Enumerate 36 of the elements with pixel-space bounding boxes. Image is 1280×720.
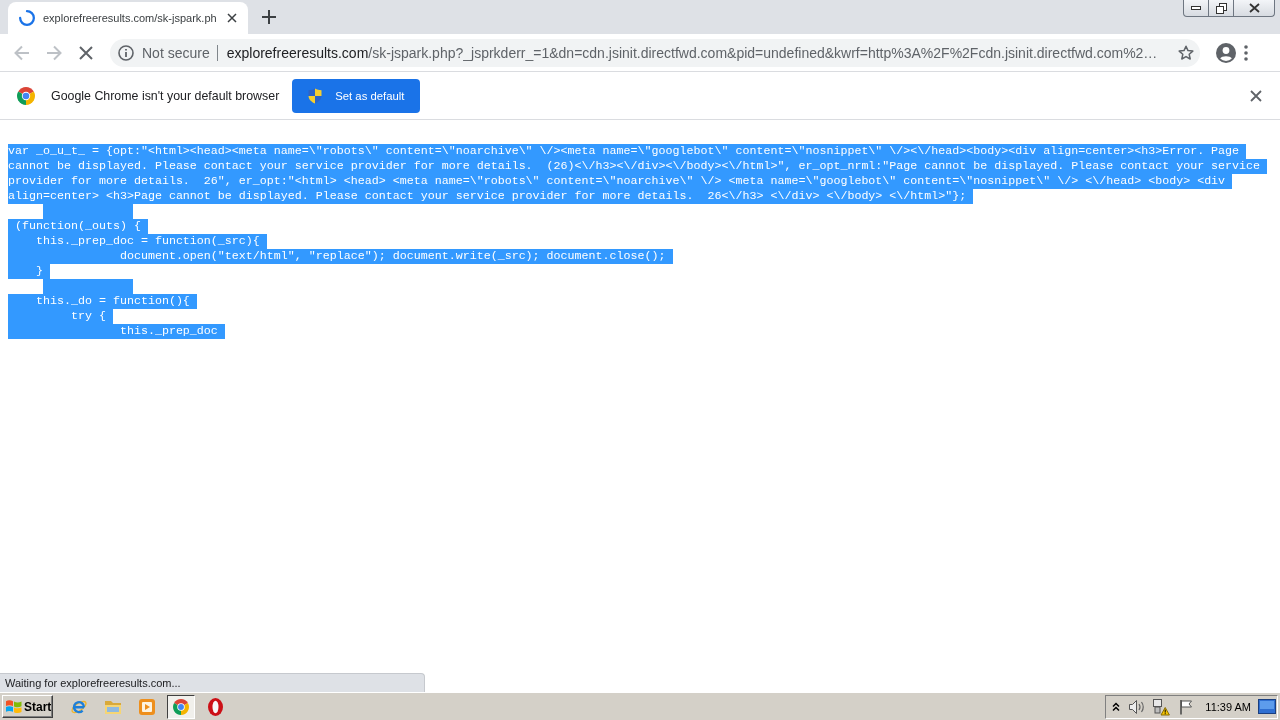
flag-icon[interactable] xyxy=(1179,698,1194,715)
minimize-button[interactable] xyxy=(1183,0,1209,17)
infobar-message: Google Chrome isn't your default browser xyxy=(51,88,280,103)
set-default-button[interactable]: Set as default xyxy=(292,78,421,113)
restore-button[interactable] xyxy=(1208,0,1234,17)
folder-icon xyxy=(104,698,122,715)
account-icon[interactable] xyxy=(1216,42,1236,63)
restore-icon xyxy=(1215,2,1227,14)
security-label: Not secure xyxy=(142,44,210,61)
plus-icon[interactable] xyxy=(262,10,276,24)
network-warning-icon[interactable] xyxy=(1152,697,1171,716)
browser-tab[interactable]: explorefreeresults.com/sk-jspark.ph xyxy=(8,2,248,34)
close-icon[interactable] xyxy=(1250,89,1262,102)
shield-icon xyxy=(308,87,323,104)
start-button[interactable]: Start xyxy=(2,695,53,718)
info-icon[interactable] xyxy=(118,44,134,61)
clock[interactable]: 11:39 AM xyxy=(1205,700,1251,713)
o-logo-icon xyxy=(207,697,223,716)
star-icon[interactable] xyxy=(1178,44,1194,61)
menu-icon[interactable] xyxy=(1244,44,1248,61)
browser-logo-icon xyxy=(17,86,35,105)
minimize-icon xyxy=(1191,6,1201,10)
monitor-icon[interactable] xyxy=(1258,699,1276,714)
taskbar-button[interactable] xyxy=(167,694,195,719)
close-icon xyxy=(1248,3,1260,13)
windows-flag-icon xyxy=(5,699,22,714)
close-button[interactable] xyxy=(1233,0,1275,17)
close-icon[interactable] xyxy=(227,13,237,23)
url-text: explorefreeresults.com/sk-jspark.php?_jsprkderr_=1&dn=cdn.jsinit.directfwd.com&pid=undefined&kwrf=http%3A%2F%2Fcdn.jsinit.directfwd.com%2… xyxy=(226,44,1158,61)
speaker-icon[interactable] xyxy=(1128,698,1147,715)
address-field[interactable]: Not secure explorefreeresults.com/sk-jspark.php?_jsprkderr_=1&dn=cdn.jsinit.directfwd.com&pid=undefined&kwrf=http%3A%2F%2Fcdn.jsinit.directfwd.com%2… xyxy=(110,38,1200,67)
double-chevron-icon[interactable] xyxy=(1112,701,1121,712)
x-icon[interactable] xyxy=(78,44,94,61)
play-icon xyxy=(139,698,155,715)
status-bubble: Waiting for explorefreeresults.com... xyxy=(0,673,425,692)
ring-logo-icon xyxy=(173,698,189,715)
